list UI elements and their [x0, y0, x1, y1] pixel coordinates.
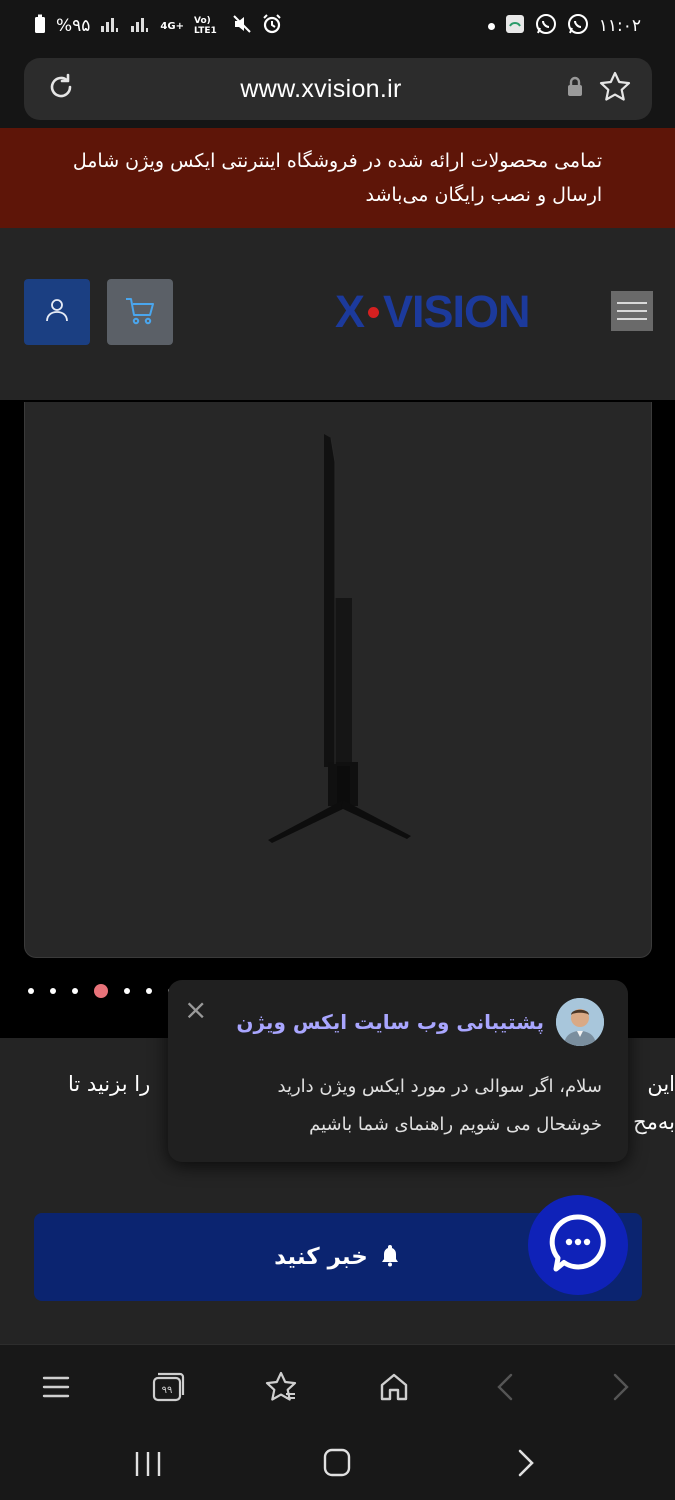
volte-label: Vo) LTE1	[193, 16, 217, 36]
xvision-logo[interactable]: X VISION	[335, 286, 600, 337]
status-right: ۱۱:۰۲	[487, 13, 641, 40]
carousel-dot[interactable]	[50, 988, 56, 994]
chat-title: پشتیبانی وب سایت ایکس ویژن	[236, 1010, 544, 1034]
home-square-icon	[323, 1448, 351, 1477]
hamburger-line	[617, 302, 647, 304]
carousel-dot[interactable]	[28, 988, 34, 994]
signal-icon	[100, 16, 120, 36]
close-icon[interactable]: ×	[184, 996, 207, 1024]
tv-side-view-image	[268, 434, 411, 843]
banner-line-2: ارسال و نصب رایگان می‌باشد	[365, 184, 603, 206]
chat-launcher-button[interactable]	[528, 1195, 628, 1295]
cart-button[interactable]	[107, 279, 173, 345]
info-text-left: را بزنید تا	[68, 1072, 151, 1096]
carousel-dots	[28, 984, 174, 998]
notify-me-label: خبر کنید	[274, 1244, 368, 1270]
carousel-dot[interactable]	[146, 988, 152, 994]
status-left: %۹۵ 4G+ Vo) LTE1	[34, 13, 282, 39]
reload-icon[interactable]	[46, 72, 76, 106]
whatsapp-icon-2	[567, 13, 589, 40]
address-bar[interactable]: www.xvision.ir	[24, 58, 652, 120]
status-bar: %۹۵ 4G+ Vo) LTE1 ۱۱:۰۲	[0, 0, 675, 52]
cart-icon	[123, 293, 157, 331]
user-icon	[44, 297, 70, 327]
clock: ۱۱:۰۲	[598, 16, 641, 36]
app-notification-icon	[505, 14, 525, 39]
logo-text: X VISION	[335, 286, 600, 337]
browser-menu-button[interactable]	[34, 1365, 78, 1409]
info-text-line2: به‌مح	[633, 1110, 675, 1134]
back-button[interactable]	[484, 1365, 528, 1409]
chevron-right-icon	[518, 1449, 534, 1477]
carousel-dot[interactable]	[72, 988, 78, 994]
whatsapp-icon	[535, 13, 557, 40]
chat-bubble-icon	[548, 1213, 608, 1277]
chat-message-line-2: خوشحال می شویم راهنمای شما باشیم	[309, 1114, 602, 1135]
logo-vision: VISION	[383, 286, 531, 337]
recent-apps-icon	[135, 1452, 161, 1476]
banner-line-1: تمامی محصولات ارائه شده در فروشگاه اینتر…	[72, 150, 603, 172]
info-text-right: این	[647, 1072, 675, 1096]
battery-percent: %۹۵	[56, 16, 91, 36]
alarm-icon	[262, 13, 282, 39]
support-avatar	[556, 998, 604, 1046]
url-actions	[566, 70, 632, 108]
forward-button[interactable]	[598, 1365, 642, 1409]
chevron-right-icon	[613, 1373, 629, 1401]
system-navigation-bar	[0, 1430, 675, 1500]
tabs-icon: ۹۹	[152, 1372, 185, 1402]
site-header: X VISION	[0, 228, 675, 400]
logo-dot	[368, 306, 380, 318]
chevron-left-icon	[497, 1373, 513, 1401]
tabs-button[interactable]: ۹۹	[146, 1365, 190, 1409]
banner-text: تمامی محصولات ارائه شده در فروشگاه اینتر…	[73, 144, 602, 212]
battery-icon	[34, 14, 46, 39]
user-account-button[interactable]	[24, 279, 90, 345]
notification-dot-icon	[487, 22, 495, 30]
carousel-dot-active[interactable]	[94, 984, 108, 998]
lock-icon	[566, 76, 584, 102]
menu-icon	[42, 1376, 70, 1398]
signal-icon-2	[130, 16, 150, 36]
logo-x: X	[335, 286, 365, 337]
bell-icon	[378, 1243, 402, 1271]
shipping-banner: تمامی محصولات ارائه شده در فروشگاه اینتر…	[0, 128, 675, 228]
menu-button[interactable]	[611, 291, 653, 331]
recent-apps-button[interactable]	[130, 1448, 166, 1484]
bookmarks-star-icon	[265, 1371, 297, 1401]
support-chat-popup: × پشتیبانی وب سایت ایکس ویژن سلام، اگر س…	[168, 980, 628, 1162]
browser-bottom-toolbar: ۹۹	[0, 1344, 675, 1430]
home-icon	[380, 1373, 408, 1401]
network-type: 4G+	[160, 20, 184, 32]
system-back-button[interactable]	[510, 1446, 540, 1484]
url-text[interactable]: www.xvision.ir	[240, 75, 401, 104]
bookmarks-button[interactable]	[259, 1365, 303, 1409]
browser-toolbar: www.xvision.ir	[0, 52, 675, 128]
chat-message-line-1: سلام، اگر سوالی در مورد ایکس ویژن دارید	[277, 1076, 602, 1097]
product-image-card[interactable]	[24, 402, 652, 958]
system-home-button[interactable]	[319, 1446, 355, 1484]
mute-icon	[232, 14, 252, 39]
bookmark-star-icon[interactable]	[598, 70, 632, 108]
hamburger-line	[617, 310, 647, 312]
svg-text:۹۹: ۹۹	[162, 1385, 173, 1396]
hamburger-line	[617, 318, 647, 320]
home-button[interactable]	[372, 1365, 416, 1409]
carousel-dot[interactable]	[124, 988, 130, 994]
